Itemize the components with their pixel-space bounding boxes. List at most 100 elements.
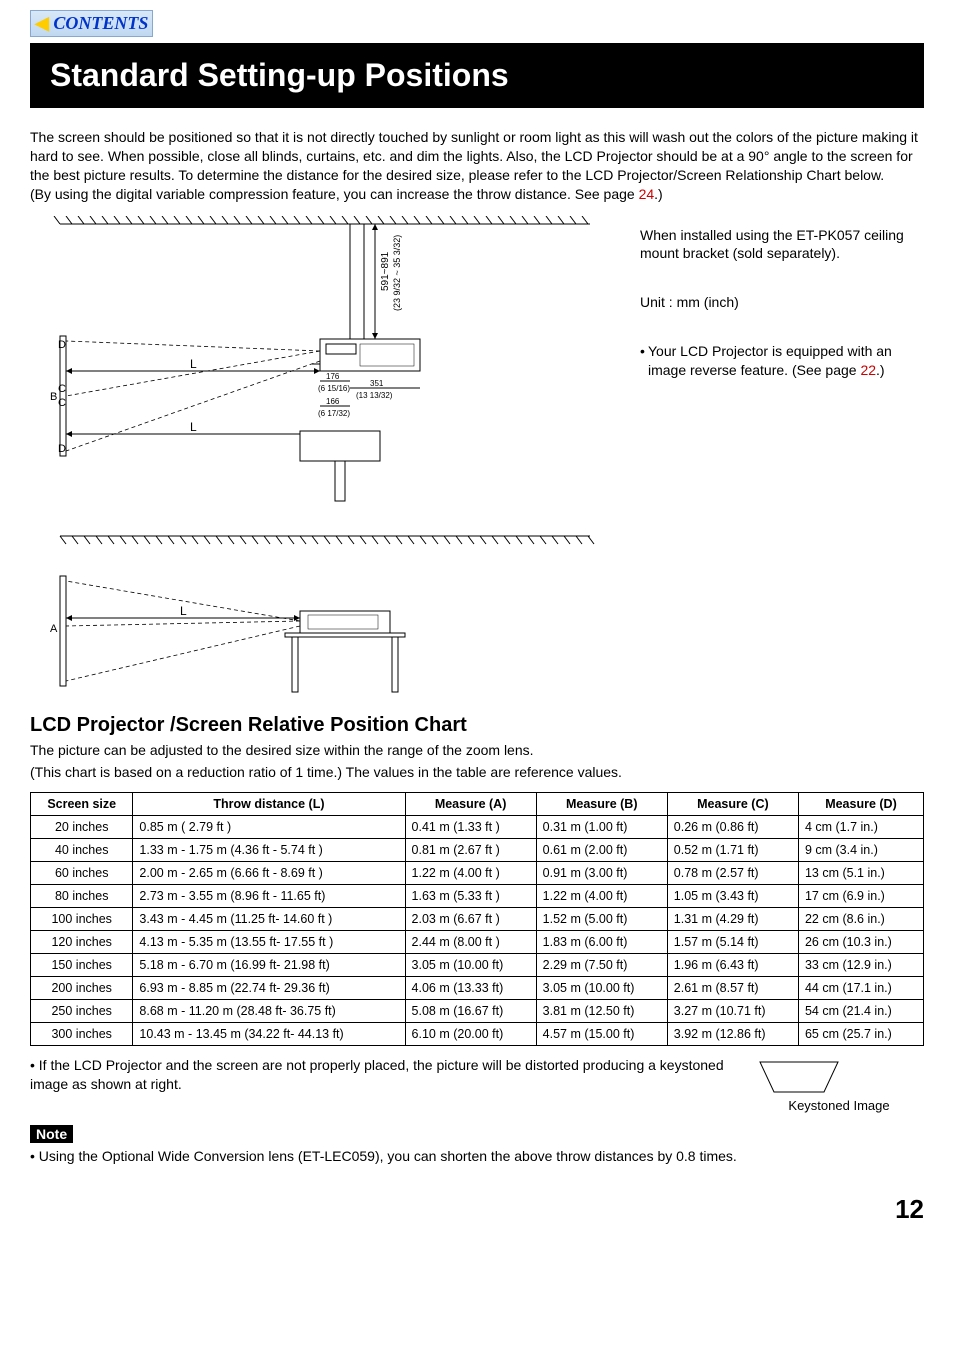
keystone-caption: Keystoned Image — [754, 1098, 924, 1113]
cell-measure-c: 1.57 m (5.14 ft) — [667, 931, 798, 954]
cell-throw-distance: 2.00 m - 2.65 m (6.66 ft - 8.69 ft ) — [133, 862, 405, 885]
note-text: • Using the Optional Wide Conversion len… — [30, 1147, 924, 1166]
cell-measure-a: 5.08 m (16.67 ft) — [405, 1000, 536, 1023]
cell-measure-b: 1.52 m (5.00 ft) — [536, 908, 667, 931]
page-title: Standard Setting-up Positions — [30, 43, 924, 108]
col-measure-c: Measure (C) — [667, 793, 798, 816]
cell-measure-b: 0.61 m (2.00 ft) — [536, 839, 667, 862]
table-header-row: Screen size Throw distance (L) Measure (… — [31, 793, 924, 816]
cell-screen-size: 60 inches — [31, 862, 133, 885]
table-row: 100 inches3.43 m - 4.45 m (11.25 ft- 14.… — [31, 908, 924, 931]
col-throw-distance: Throw distance (L) — [133, 793, 405, 816]
cell-measure-b: 0.31 m (1.00 ft) — [536, 816, 667, 839]
cell-measure-d: 33 cm (12.9 in.) — [798, 954, 923, 977]
page-number: 12 — [30, 1194, 924, 1225]
svg-text:C: C — [58, 383, 66, 395]
chart-section-heading: LCD Projector /Screen Relative Position … — [30, 714, 924, 737]
cell-throw-distance: 5.18 m - 6.70 m (16.99 ft- 21.98 ft) — [133, 954, 405, 977]
table-row: 80 inches2.73 m - 3.55 m (8.96 ft - 11.6… — [31, 885, 924, 908]
cell-throw-distance: 3.43 m - 4.45 m (11.25 ft- 14.60 ft ) — [133, 908, 405, 931]
cell-measure-c: 1.96 m (6.43 ft) — [667, 954, 798, 977]
cell-measure-b: 0.91 m (3.00 ft) — [536, 862, 667, 885]
cell-measure-c: 3.27 m (10.71 ft) — [667, 1000, 798, 1023]
cell-measure-b: 4.57 m (15.00 ft) — [536, 1023, 667, 1046]
cell-screen-size: 300 inches — [31, 1023, 133, 1046]
cell-measure-d: 17 cm (6.9 in.) — [798, 885, 923, 908]
col-measure-b: Measure (B) — [536, 793, 667, 816]
svg-text:L: L — [190, 420, 197, 434]
svg-text:(13 13/32): (13 13/32) — [356, 391, 393, 400]
chart-subtext-2: (This chart is based on a reduction rati… — [30, 763, 924, 782]
cell-measure-d: 13 cm (5.1 in.) — [798, 862, 923, 885]
cell-measure-c: 2.61 m (8.57 ft) — [667, 977, 798, 1000]
cell-throw-distance: 4.13 m - 5.35 m (13.55 ft- 17.55 ft ) — [133, 931, 405, 954]
svg-text:D: D — [58, 443, 66, 455]
keystone-text: If the LCD Projector and the screen are … — [30, 1057, 724, 1092]
svg-text:L: L — [180, 604, 187, 618]
cell-measure-a: 6.10 m (20.00 ft) — [405, 1023, 536, 1046]
cell-screen-size: 40 inches — [31, 839, 133, 862]
cell-measure-d: 9 cm (3.4 in.) — [798, 839, 923, 862]
keystone-warning: • If the LCD Projector and the screen ar… — [30, 1056, 754, 1094]
svg-text:D: D — [58, 339, 66, 351]
cell-screen-size: 150 inches — [31, 954, 133, 977]
cell-measure-b: 1.22 m (4.00 ft) — [536, 885, 667, 908]
intro-text-1: The screen should be positioned so that … — [30, 129, 918, 183]
page-link-24[interactable]: 24 — [639, 186, 655, 202]
cell-measure-d: 44 cm (17.1 in.) — [798, 977, 923, 1000]
svg-text:C: C — [58, 397, 66, 409]
cell-measure-a: 2.03 m (6.67 ft ) — [405, 908, 536, 931]
back-arrow-icon: ◀ — [35, 13, 49, 33]
cell-screen-size: 100 inches — [31, 908, 133, 931]
cell-screen-size: 20 inches — [31, 816, 133, 839]
svg-text:(23 9/32 ~ 35 3/32): (23 9/32 ~ 35 3/32) — [392, 234, 402, 310]
ceiling-mount-note: When installed using the ET-PK057 ceilin… — [640, 226, 924, 264]
table-row: 250 inches8.68 m - 11.20 m (28.48 ft- 36… — [31, 1000, 924, 1023]
cell-measure-d: 4 cm (1.7 in.) — [798, 816, 923, 839]
position-chart-table: Screen size Throw distance (L) Measure (… — [30, 792, 924, 1046]
cell-measure-d: 54 cm (21.4 in.) — [798, 1000, 923, 1023]
cell-measure-b: 3.05 m (10.00 ft) — [536, 977, 667, 1000]
cell-measure-c: 0.26 m (0.86 ft) — [667, 816, 798, 839]
cell-measure-b: 3.81 m (12.50 ft) — [536, 1000, 667, 1023]
cell-measure-c: 1.05 m (3.43 ft) — [667, 885, 798, 908]
table-row: 300 inches10.43 m - 13.45 m (34.22 ft- 4… — [31, 1023, 924, 1046]
svg-text:(6 15/16): (6 15/16) — [318, 384, 350, 393]
svg-text:L: L — [190, 357, 197, 371]
table-row: 40 inches1.33 m - 1.75 m (4.36 ft - 5.74… — [31, 839, 924, 862]
cell-measure-c: 1.31 m (4.29 ft) — [667, 908, 798, 931]
table-row: 20 inches0.85 m ( 2.79 ft )0.41 m (1.33 … — [31, 816, 924, 839]
svg-text:591~891: 591~891 — [380, 251, 391, 291]
svg-text:176: 176 — [326, 372, 340, 381]
cell-throw-distance: 10.43 m - 13.45 m (34.22 ft- 44.13 ft) — [133, 1023, 405, 1046]
cell-throw-distance: 0.85 m ( 2.79 ft ) — [133, 816, 405, 839]
cell-measure-d: 26 cm (10.3 in.) — [798, 931, 923, 954]
cell-measure-b: 1.83 m (6.00 ft) — [536, 931, 667, 954]
bullet-icon: • — [640, 342, 648, 380]
reverse-text-a: Your LCD Projector is equipped with an i… — [648, 343, 892, 378]
contents-button[interactable]: ◀ CONTENTS — [30, 10, 153, 37]
cell-screen-size: 200 inches — [31, 977, 133, 1000]
svg-text:A: A — [50, 623, 58, 635]
cell-measure-c: 0.52 m (1.71 ft) — [667, 839, 798, 862]
table-row: 60 inches2.00 m - 2.65 m (6.66 ft - 8.69… — [31, 862, 924, 885]
table-row: 150 inches5.18 m - 6.70 m (16.99 ft- 21.… — [31, 954, 924, 977]
cell-measure-d: 65 cm (25.7 in.) — [798, 1023, 923, 1046]
reverse-text-b: .) — [876, 362, 885, 378]
cell-measure-a: 4.06 m (13.33 ft) — [405, 977, 536, 1000]
cell-measure-a: 2.44 m (8.00 ft ) — [405, 931, 536, 954]
intro-text-2b: .) — [654, 186, 663, 202]
col-measure-a: Measure (A) — [405, 793, 536, 816]
unit-note: Unit : mm (inch) — [640, 293, 924, 312]
svg-text:166: 166 — [326, 397, 340, 406]
col-measure-d: Measure (D) — [798, 793, 923, 816]
table-row: 200 inches6.93 m - 8.85 m (22.74 ft- 29.… — [31, 977, 924, 1000]
cell-measure-a: 1.63 m (5.33 ft ) — [405, 885, 536, 908]
projection-diagram: B C C D D L L 591~891 (23 9/32 ~ 35 3/32… — [30, 216, 620, 696]
table-row: 120 inches4.13 m - 5.35 m (13.55 ft- 17.… — [31, 931, 924, 954]
page-link-22[interactable]: 22 — [860, 362, 876, 378]
cell-measure-a: 3.05 m (10.00 ft) — [405, 954, 536, 977]
cell-measure-c: 3.92 m (12.86 ft) — [667, 1023, 798, 1046]
cell-measure-b: 2.29 m (7.50 ft) — [536, 954, 667, 977]
svg-text:351: 351 — [370, 379, 384, 388]
